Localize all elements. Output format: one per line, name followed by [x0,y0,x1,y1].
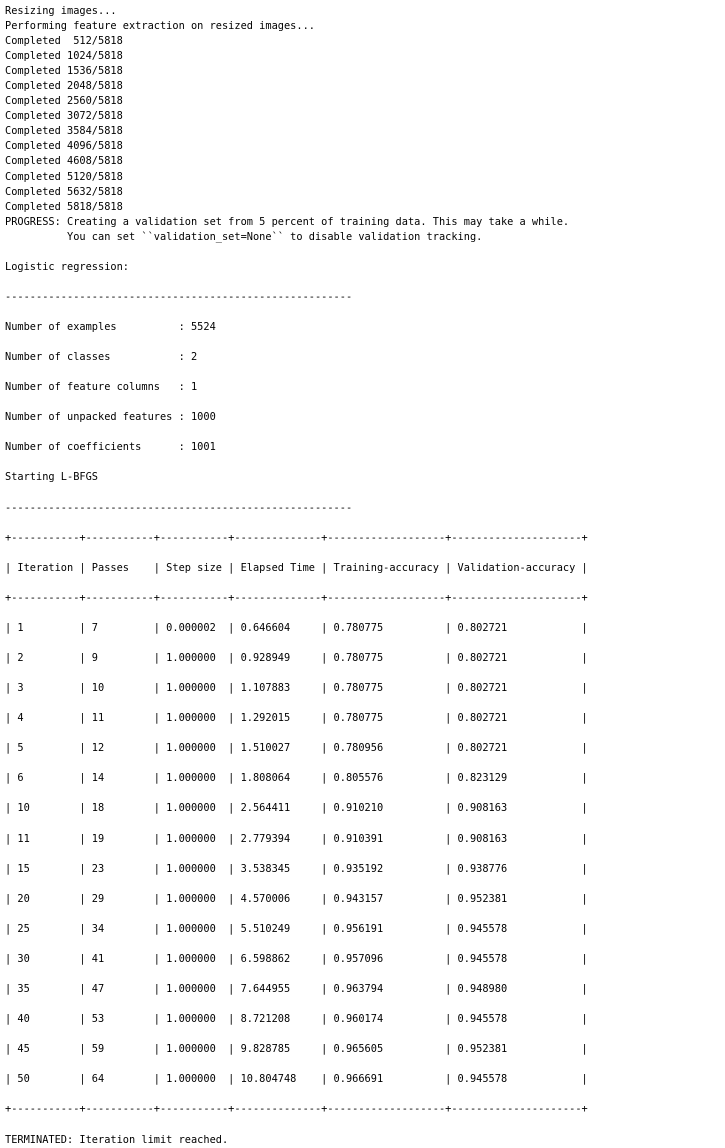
log-line-completed: Completed 1536/5818 [5,65,123,78]
log-line-summary-field: Number of coefficients : 1001 [5,441,216,454]
log-line-table-row: | 35 | 47 | 1.000000 | 7.644955 | 0.9637… [5,983,588,996]
log-line-table-row: | 2 | 9 | 1.000000 | 0.928949 | 0.780775… [5,652,588,665]
log-line-blank [5,877,725,892]
log-line-completed: Completed 5818/5818 [5,200,123,213]
log-line-blank [5,275,725,290]
log-line-table-row: | 11 | 19 | 1.000000 | 2.779394 | 0.9103… [5,832,588,845]
log-line-blank [5,636,725,651]
log-line-blank [5,997,725,1012]
log-line-table-row: | 15 | 23 | 1.000000 | 3.538345 | 0.9351… [5,862,588,875]
log-line-blank [5,395,725,410]
log-line-blank [5,1027,725,1042]
log-line-divider: ----------------------------------------… [5,501,353,514]
log-line-table-rule: +-----------+-----------+-----------+---… [5,591,588,604]
log-line-blank [5,245,725,260]
log-line-progress: PROGRESS: Creating a validation set from… [5,215,570,228]
log-line-blank [5,425,725,440]
log-line-table-rule: +-----------+-----------+-----------+---… [5,531,588,544]
log-line-table-row: | 4 | 11 | 1.000000 | 1.292015 | 0.78077… [5,712,588,725]
log-line-completed: Completed 2560/5818 [5,95,123,108]
log-line-blank [5,486,725,501]
log-line-table-rule: +-----------+-----------+-----------+---… [5,1103,588,1116]
log-line-blank [5,335,725,350]
log-line-starting-solver: Starting L-BFGS [5,471,98,484]
log-line-table-row: | 10 | 18 | 1.000000 | 2.564411 | 0.9102… [5,802,588,815]
log-line-table-row: | 25 | 34 | 1.000000 | 5.510249 | 0.9561… [5,922,588,935]
log-line-divider: ----------------------------------------… [5,290,353,303]
log-line-blank [5,937,725,952]
log-line-feature-extraction: Performing feature extraction on resized… [5,20,315,33]
log-line-model-title: Logistic regression: [5,260,129,273]
log-line-completed: Completed 3072/5818 [5,110,123,123]
log-line-blank [5,726,725,741]
log-line-table-row: | 30 | 41 | 1.000000 | 6.598862 | 0.9570… [5,952,588,965]
log-line-completed: Completed 5632/5818 [5,185,123,198]
log-line-blank [5,1117,725,1132]
log-line-completed: Completed 1024/5818 [5,50,123,63]
log-line-blank [5,666,725,681]
log-line-blank [5,305,725,320]
log-line-table-row: | 20 | 29 | 1.000000 | 4.570006 | 0.9431… [5,892,588,905]
log-line-progress-continued: You can set ``validation_set=None`` to d… [5,230,483,243]
log-line-completed: Completed 3584/5818 [5,125,123,138]
log-line-blank [5,907,725,922]
log-line-table-row: | 1 | 7 | 0.000002 | 0.646604 | 0.780775… [5,621,588,634]
log-line-table-row: | 5 | 12 | 1.000000 | 1.510027 | 0.78095… [5,742,588,755]
terminal-console-output: Resizing images... Performing feature ext… [0,0,725,1148]
log-line-blank [5,455,725,470]
log-line-blank [5,1057,725,1072]
log-line-terminated: TERMINATED: Iteration limit reached. [5,1133,229,1146]
log-line-blank [5,1087,725,1102]
log-line-table-row: | 50 | 64 | 1.000000 | 10.804748 | 0.966… [5,1073,588,1086]
log-line-blank [5,365,725,380]
log-line-resizing: Resizing images... [5,5,117,17]
log-line-completed: Completed 5120/5818 [5,170,123,183]
log-line-completed: Completed 4096/5818 [5,140,123,153]
log-line-table-row: | 45 | 59 | 1.000000 | 9.828785 | 0.9656… [5,1043,588,1056]
log-line-blank [5,817,725,832]
log-line-blank [5,696,725,711]
log-line-blank [5,847,725,862]
log-line-blank [5,756,725,771]
log-line-blank [5,546,725,561]
log-line-summary-field: Number of unpacked features : 1000 [5,411,216,424]
log-line-completed: Completed 512/5818 [5,35,123,48]
log-line-summary-field: Number of feature columns : 1 [5,381,198,394]
log-line-table-row: | 6 | 14 | 1.000000 | 1.808064 | 0.80557… [5,772,588,785]
log-line-summary-field: Number of classes : 2 [5,351,198,364]
log-line-summary-field: Number of examples : 5524 [5,320,216,333]
log-line-completed: Completed 2048/5818 [5,80,123,93]
log-line-completed: Completed 4608/5818 [5,155,123,168]
log-line-blank [5,606,725,621]
log-line-blank [5,786,725,801]
log-line-table-row: | 3 | 10 | 1.000000 | 1.107883 | 0.78077… [5,682,588,695]
log-line-blank [5,967,725,982]
log-line-table-header: | Iteration | Passes | Step size | Elaps… [5,561,588,574]
log-line-table-row: | 40 | 53 | 1.000000 | 8.721208 | 0.9601… [5,1013,588,1026]
log-line-blank [5,576,725,591]
log-line-blank [5,516,725,531]
